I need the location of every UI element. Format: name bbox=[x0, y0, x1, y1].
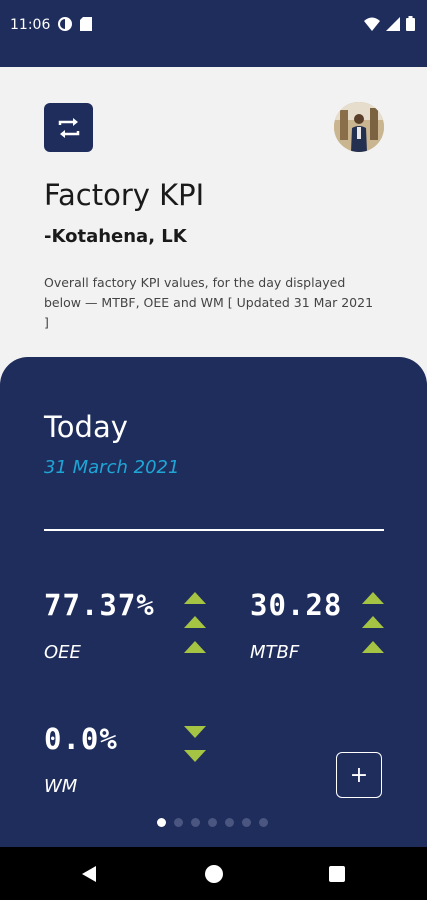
profile-photo-icon bbox=[334, 102, 384, 152]
trend-up-icon bbox=[362, 592, 384, 604]
description-text: Overall factory KPI values, for the day … bbox=[44, 275, 374, 330]
trend-up-icon bbox=[184, 592, 206, 604]
oee-value: 77.37% bbox=[44, 588, 155, 622]
sd-card-icon bbox=[80, 17, 92, 31]
trend-up-icon bbox=[184, 641, 206, 653]
mtbf-value: 30.28 bbox=[250, 588, 343, 622]
wm-label: WM bbox=[44, 776, 78, 797]
today-date: 31 March 2021 bbox=[44, 457, 180, 478]
trend-up-icon bbox=[362, 616, 384, 628]
wifi-icon bbox=[364, 17, 380, 31]
page-dot[interactable] bbox=[208, 818, 217, 827]
divider bbox=[44, 529, 384, 531]
trend-up-icon bbox=[184, 616, 206, 628]
status-icons-right bbox=[364, 16, 415, 31]
add-button[interactable]: + bbox=[336, 752, 382, 798]
page-dot[interactable] bbox=[174, 818, 183, 827]
page-indicator bbox=[157, 818, 268, 827]
trend-down-icon bbox=[184, 750, 206, 762]
mtbf-label: MTBF bbox=[250, 642, 300, 663]
signal-icon bbox=[386, 16, 400, 31]
wm-value: 0.0% bbox=[44, 722, 118, 756]
oee-label: OEE bbox=[44, 642, 81, 663]
page-dot[interactable] bbox=[225, 818, 234, 827]
swap-factory-button[interactable] bbox=[44, 103, 93, 152]
today-title: Today bbox=[44, 410, 128, 444]
page-dot[interactable] bbox=[242, 818, 251, 827]
status-bar: 11:06 bbox=[0, 0, 427, 67]
swap-arrows-icon bbox=[58, 117, 79, 138]
page-title: Factory KPI bbox=[44, 178, 205, 212]
home-icon[interactable] bbox=[205, 865, 223, 883]
battery-icon bbox=[406, 16, 415, 31]
trend-down-icon bbox=[184, 726, 206, 738]
recent-apps-icon[interactable] bbox=[329, 866, 345, 882]
status-icons-left bbox=[58, 17, 92, 31]
page-dot[interactable] bbox=[259, 818, 268, 827]
data-saver-icon bbox=[58, 17, 72, 31]
page-dot[interactable] bbox=[191, 818, 200, 827]
back-icon[interactable] bbox=[82, 866, 96, 882]
page-dot[interactable] bbox=[157, 818, 166, 827]
location-subtitle: -Kotahena, LK bbox=[44, 226, 187, 247]
status-time: 11:06 bbox=[10, 17, 51, 33]
avatar[interactable] bbox=[334, 102, 384, 152]
trend-up-icon bbox=[362, 641, 384, 653]
